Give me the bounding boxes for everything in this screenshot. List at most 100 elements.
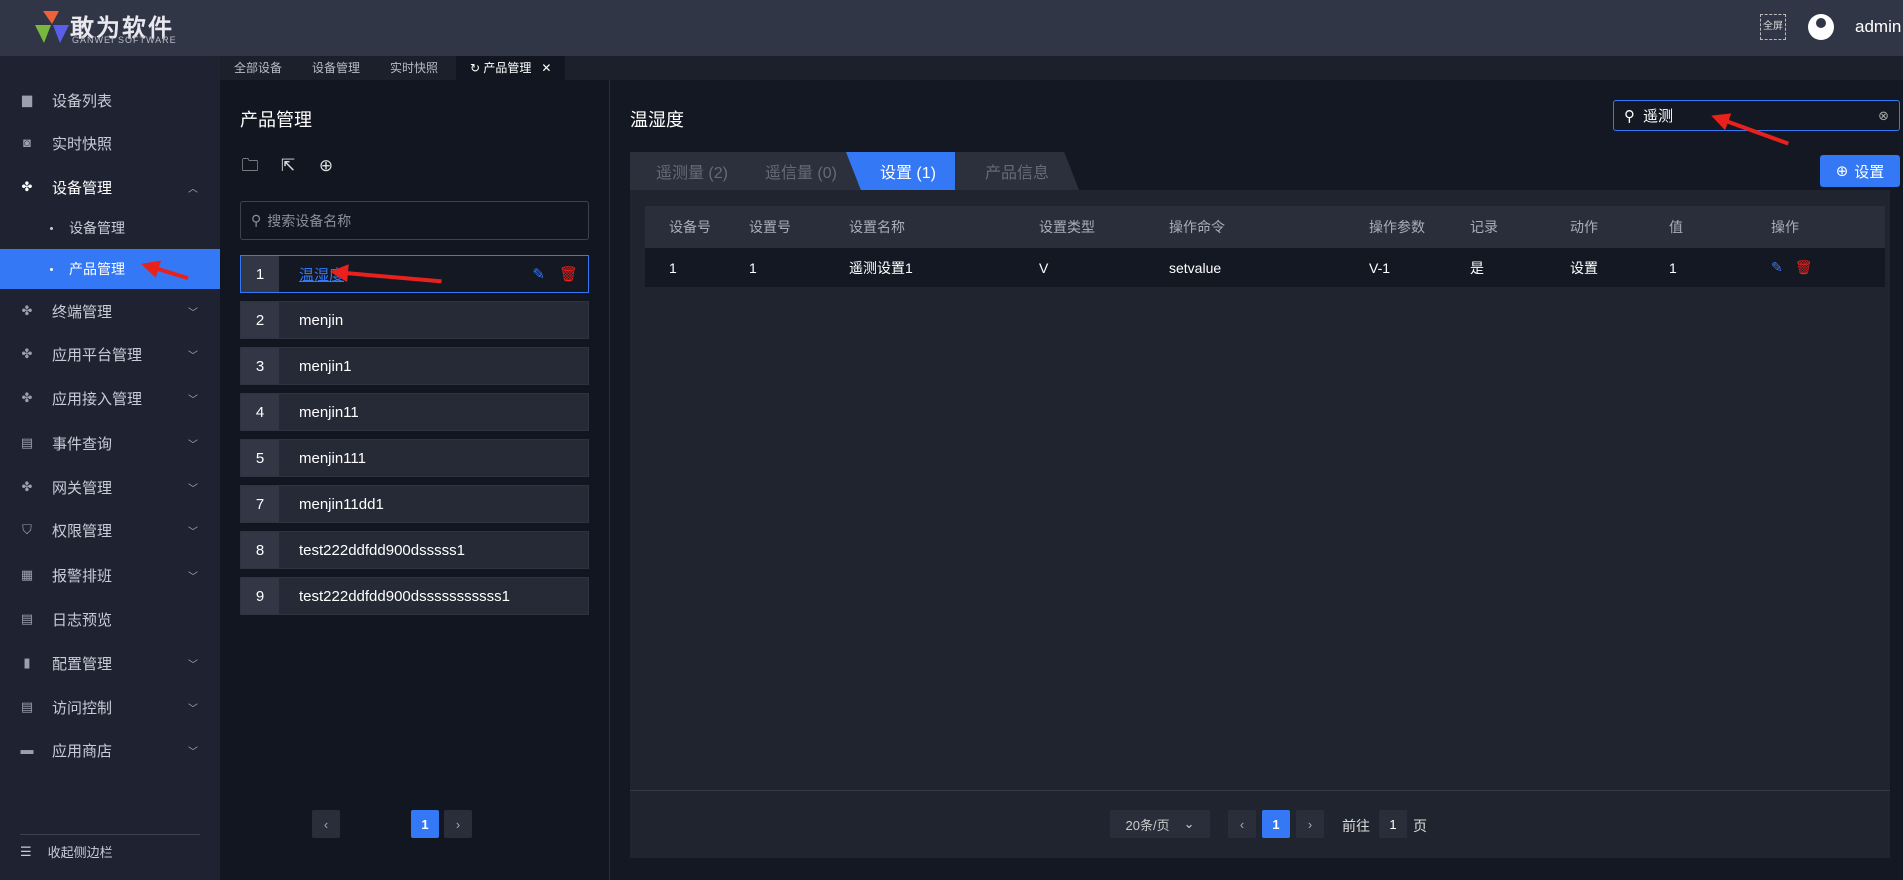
grid-icon: ✤ xyxy=(21,179,33,194)
page-1-button[interactable]: 1 xyxy=(411,810,439,838)
product-list-item[interactable]: 4 menjin11 xyxy=(240,393,589,431)
tab-settings[interactable]: 设置 (1) xyxy=(846,152,970,190)
page-tab-snapshot[interactable]: 实时快照 xyxy=(376,56,452,80)
chevron-down-icon: ﹀ xyxy=(188,571,198,583)
folder-icon[interactable]: 🗀 xyxy=(240,156,260,176)
divider xyxy=(20,834,200,835)
chevron-down-icon: ﹀ xyxy=(188,394,198,406)
search-icon: ⚲ xyxy=(251,212,262,228)
table-container xyxy=(630,190,1890,858)
fullscreen-button[interactable]: 全屏 xyxy=(1760,14,1786,40)
page-size-select[interactable]: 20条/页 ⌄ xyxy=(1110,810,1210,838)
close-icon[interactable]: ✕ xyxy=(541,61,551,75)
collapse-label: 收起侧边栏 xyxy=(47,845,113,860)
product-number: 1 xyxy=(241,256,279,292)
sidebar-subitem-product-management[interactable]: 产品管理 xyxy=(0,249,220,289)
product-list-item[interactable]: 3 menjin1 xyxy=(240,347,589,385)
column-header: 设备号 xyxy=(669,219,711,235)
sidebar-item-log[interactable]: ▤ 日志预览 xyxy=(0,597,220,641)
next-page-button[interactable]: › xyxy=(444,810,472,838)
prev-page-button[interactable]: ‹ xyxy=(1228,810,1256,838)
column-header: 设置号 xyxy=(749,219,791,235)
next-page-button[interactable]: › xyxy=(1296,810,1324,838)
document-icon: ▤ xyxy=(20,435,34,450)
grid-icon: ✤ xyxy=(21,479,33,494)
sidebar-item-alarm-schedule[interactable]: ▦ 报警排班 ﹀ xyxy=(0,553,220,597)
product-search-input[interactable]: ⚲ 搜索设备名称 xyxy=(240,201,589,240)
sidebar-item-access-control[interactable]: ▤ 访问控制 ﹀ xyxy=(0,685,220,729)
product-name[interactable]: menjin xyxy=(299,312,343,329)
sidebar-item-label: 实时快照 xyxy=(52,135,113,153)
search-value: 遥测 xyxy=(1643,108,1674,125)
chevron-down-icon: ﹀ xyxy=(188,483,198,495)
product-list-item[interactable]: 5 menjin111 xyxy=(240,439,589,477)
table-cell: setvalue xyxy=(1169,259,1222,276)
document-icon: ▤ xyxy=(20,699,34,714)
sidebar-item-label: 终端管理 xyxy=(52,303,113,321)
username[interactable]: admin xyxy=(1855,17,1901,37)
product-name[interactable]: test222ddfdd900dsssssssssss1 xyxy=(299,588,510,605)
column-header: 操作参数 xyxy=(1369,219,1425,235)
sidebar-item-device-management[interactable]: ✤ 设备管理 ︿ xyxy=(0,165,220,209)
column-header: 设置类型 xyxy=(1039,219,1095,235)
tab-telemetry[interactable]: 遥测量 (2) xyxy=(630,152,754,190)
ganwei-logo xyxy=(35,11,69,43)
sidebar-item-app-platform[interactable]: ✤ 应用平台管理 ﹀ xyxy=(0,332,220,376)
product-name[interactable]: menjin11 xyxy=(299,404,359,421)
edit-icon[interactable]: ✎ xyxy=(532,265,545,283)
avatar[interactable] xyxy=(1808,14,1834,40)
product-number: 8 xyxy=(241,532,279,568)
grid-icon: ✤ xyxy=(21,346,33,361)
sidebar-item-app-store[interactable]: ▬ 应用商店 ﹀ xyxy=(0,728,220,772)
product-list-item[interactable]: 1 温湿度 ✎ 🗑 xyxy=(240,255,589,293)
sidebar-item-permissions[interactable]: ⛉ 权限管理 ﹀ xyxy=(0,508,220,552)
page-tab-device-management[interactable]: 设备管理 xyxy=(298,56,374,80)
product-panel: 产品管理 🗀 ⇱ ⊕ ⚲ 搜索设备名称 1 温湿度 ✎ 🗑 2 menjin 3 menjin1… xyxy=(220,80,610,880)
sidebar-item-terminal[interactable]: ✤ 终端管理 ﹀ xyxy=(0,289,220,333)
tab-telesignal[interactable]: 遥信量 (0) xyxy=(739,152,863,190)
sidebar: ▆ 设备列表 ◙ 实时快照 ✤ 设备管理 ︿ 设备管理 产品管理 ✤ 终端管理 ﹀ ✤ 应用平… xyxy=(0,56,220,880)
sidebar-item-label: 设备管理 xyxy=(52,179,113,197)
sidebar-item-config[interactable]: ▮ 配置管理 ﹀ xyxy=(0,641,220,685)
table-cell: V-1 xyxy=(1369,259,1391,276)
prev-page-button[interactable]: ‹ xyxy=(312,810,340,838)
product-number: 9 xyxy=(241,578,279,614)
product-list-item[interactable]: 9 test222ddfdd900dsssssssssss1 xyxy=(240,577,589,615)
column-header: 值 xyxy=(1669,219,1683,235)
product-list-item[interactable]: 7 menjin11dd1 xyxy=(240,485,589,523)
page-tab-product-management[interactable]: ↻ 产品管理 ✕ xyxy=(456,56,566,80)
goto-page-input[interactable]: 1 xyxy=(1379,810,1407,838)
sidebar-item-gateway[interactable]: ✤ 网关管理 ﹀ xyxy=(0,465,220,509)
delete-icon[interactable]: 🗑 xyxy=(559,265,578,283)
clear-icon[interactable]: ⊗ xyxy=(1878,108,1889,124)
sidebar-item-device-list[interactable]: ▆ 设备列表 xyxy=(0,78,220,122)
add-setting-button[interactable]: ⊕ 设置 xyxy=(1820,155,1900,187)
sidebar-item-app-access[interactable]: ✤ 应用接入管理 ﹀ xyxy=(0,376,220,420)
product-name[interactable]: test222ddfdd900dsssss1 xyxy=(299,542,465,559)
page-tab-bar: 全部设备 设备管理 实时快照 ↻ 产品管理 ✕ xyxy=(220,56,1903,80)
sidebar-item-label: 访问控制 xyxy=(52,699,113,717)
refresh-icon[interactable]: ↻ xyxy=(470,61,483,75)
point-search-input[interactable]: ⚲ 遥测 ⊗ xyxy=(1613,100,1900,131)
sidebar-item-events[interactable]: ▤ 事件查询 ﹀ xyxy=(0,421,220,465)
collapse-sidebar-button[interactable]: ☰ 收起侧边栏 xyxy=(20,842,113,861)
sidebar-item-snapshot[interactable]: ◙ 实时快照 xyxy=(0,121,220,165)
page-1-button[interactable]: 1 xyxy=(1262,810,1290,838)
tab-product-info[interactable]: 产品信息 xyxy=(955,152,1079,190)
sidebar-subitem-device-management[interactable]: 设备管理 xyxy=(0,208,220,248)
product-list-item[interactable]: 8 test222ddfdd900dsssss1 xyxy=(240,531,589,569)
delete-icon[interactable]: 🗑 xyxy=(1795,259,1813,276)
product-title: 温湿度 xyxy=(630,110,684,130)
edit-icon[interactable]: ✎ xyxy=(1771,259,1783,276)
calendar-icon: ▦ xyxy=(20,567,34,582)
monitor-icon: ▆ xyxy=(22,92,32,107)
product-name[interactable]: menjin111 xyxy=(299,450,366,467)
page-tab-all-devices[interactable]: 全部设备 xyxy=(220,56,296,80)
table-row[interactable]: 1 1 遥测设置1 Vsetvalue V-1 是设置 1 ✎ 🗑 xyxy=(645,248,1885,287)
product-list-item[interactable]: 2 menjin xyxy=(240,301,589,339)
product-name[interactable]: menjin11dd1 xyxy=(299,496,384,513)
product-name[interactable]: menjin1 xyxy=(299,358,352,375)
chevron-down-icon: ﹀ xyxy=(188,526,198,538)
add-circle-icon[interactable]: ⊕ xyxy=(316,156,336,176)
export-icon[interactable]: ⇱ xyxy=(278,156,298,176)
